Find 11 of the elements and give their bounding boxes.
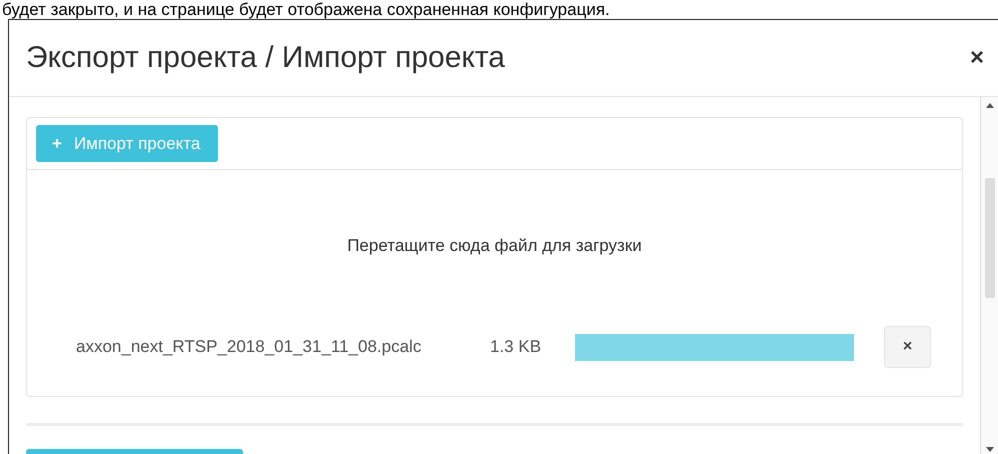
drop-hint: Перетащите сюда файл для загрузки [346,236,643,256]
scrollbar[interactable] [980,97,998,454]
dialog-title: Экспорт проекта / Импорт проекта [26,41,505,75]
close-button[interactable]: × [970,44,984,72]
scroll-thumb[interactable] [984,178,994,298]
file-name: axxon_next_RTSP_2018_01_31_11_08.pcalc [76,337,422,357]
scroll-up-icon[interactable] [986,103,994,108]
page-text: будет закрыто, и на странице будет отображена сохраненная конфигурация. [1,0,611,19]
scroll-down-icon[interactable] [986,447,994,452]
remove-file-button[interactable]: × [884,326,931,368]
file-size: 1.3 KB [490,337,542,357]
